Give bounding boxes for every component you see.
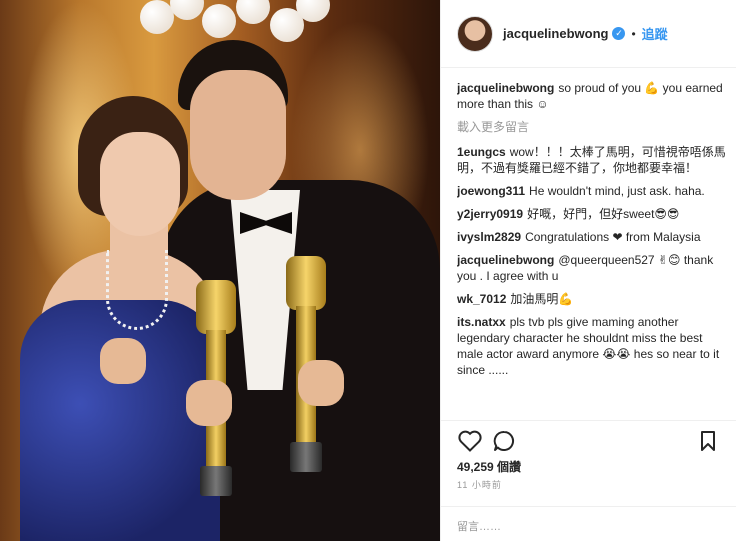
comment-text: 好嘅，好門，但好sweet😎😎 [527,207,680,221]
comment-username[interactable]: joewong311 [457,184,525,198]
comment-item: wk_7012 加油馬明💪 [457,291,727,307]
separator-dot: • [631,26,636,41]
post-sidebar: jacquelinebwong ✓ • 追蹤 jacquelinebwong so… [440,0,736,541]
comment-item: 1eungcs wow！！！太棒了馬明，可惜視帝唔係馬明，不過有獎羅已經不錯了，你… [457,144,727,176]
comment-mention[interactable]: @queerqueen527 [558,253,654,267]
caption-username[interactable]: jacquelinebwong [457,81,554,95]
comments-list: jacquelinebwong so proud of you 💪 you ear… [457,80,727,420]
author-username[interactable]: jacquelinebwong [503,26,608,41]
comment-username[interactable]: jacquelinebwong [457,253,554,267]
post-photo [0,0,440,541]
comment-username[interactable]: ivyslm2829 [457,230,521,244]
heart-icon[interactable] [457,428,483,454]
man-face [190,70,286,200]
comment-item: ivyslm2829 Congratulations ❤ from Malaysi… [457,229,727,245]
comment-bubble-icon[interactable] [491,428,517,454]
likes-count[interactable]: 49,259 個讚 [457,458,521,475]
hand-holding-trophy [298,360,344,406]
comment-item: y2jerry0919 好嘅，好門，但好sweet😎😎 [457,206,727,222]
necklace [106,250,168,330]
comment-item: its.natxx pls tvb pls give maming another… [457,314,727,378]
comment-username[interactable]: 1eungcs [457,145,506,159]
action-bar [441,420,736,460]
thumbs-up-hand [100,338,146,384]
load-more-comments-link[interactable]: 載入更多留言 [457,119,727,135]
comment-username[interactable]: y2jerry0919 [457,207,523,221]
comment-username[interactable]: its.natxx [457,315,506,329]
hand-holding-trophy [186,380,232,426]
comment-text: 加油馬明💪 [510,292,574,306]
woman-face [100,132,180,236]
comment-text: He wouldn't mind, just ask. haha. [529,184,705,198]
comment-text: Congratulations ❤ from Malaysia [525,230,701,244]
woman-dress [20,300,220,541]
add-comment-input[interactable]: 留言…… [441,506,736,541]
comment-item: jacquelinebwong @queerqueen527 ✌😊 thank y… [457,252,727,284]
caption: jacquelinebwong so proud of you 💪 you ear… [457,80,727,112]
verified-badge-icon: ✓ [612,27,626,40]
comment-item: joewong311 He wouldn't mind, just ask. ha… [457,183,727,199]
comment-username[interactable]: wk_7012 [457,292,506,306]
bookmark-icon[interactable] [695,428,721,454]
post-timestamp[interactable]: 11 小時前 [457,478,502,491]
follow-button[interactable]: 追蹤 [642,24,668,43]
avatar[interactable] [457,15,493,52]
post-header: jacquelinebwong ✓ • 追蹤 [441,0,736,68]
